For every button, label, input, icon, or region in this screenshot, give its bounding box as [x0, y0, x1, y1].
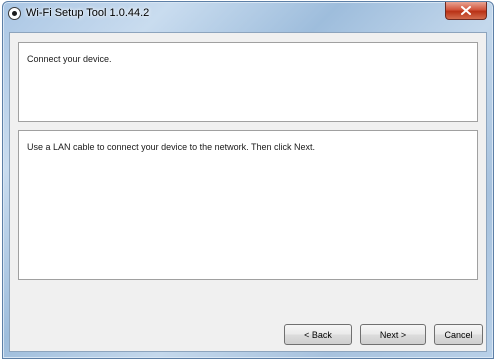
title-bar[interactable]: Wi-Fi Setup Tool 1.0.44.2 — [3, 2, 493, 26]
app-icon[interactable] — [8, 7, 21, 20]
step-heading: Connect your device. — [27, 54, 112, 64]
cancel-button[interactable]: Cancel — [434, 324, 483, 345]
setup-window: Wi-Fi Setup Tool 1.0.44.2 Connect your d… — [2, 1, 494, 359]
instruction-panel: Use a LAN cable to connect your device t… — [18, 130, 478, 280]
window-title: Wi-Fi Setup Tool 1.0.44.2 — [26, 7, 150, 19]
step-instruction: Use a LAN cable to connect your device t… — [27, 142, 315, 152]
next-button[interactable]: Next > — [360, 324, 426, 345]
heading-panel: Connect your device. — [18, 42, 478, 122]
close-icon — [461, 6, 471, 15]
close-button[interactable] — [445, 2, 487, 20]
back-button[interactable]: < Back — [284, 324, 352, 345]
wizard-client-area: Connect your device. Use a LAN cable to … — [9, 32, 487, 352]
